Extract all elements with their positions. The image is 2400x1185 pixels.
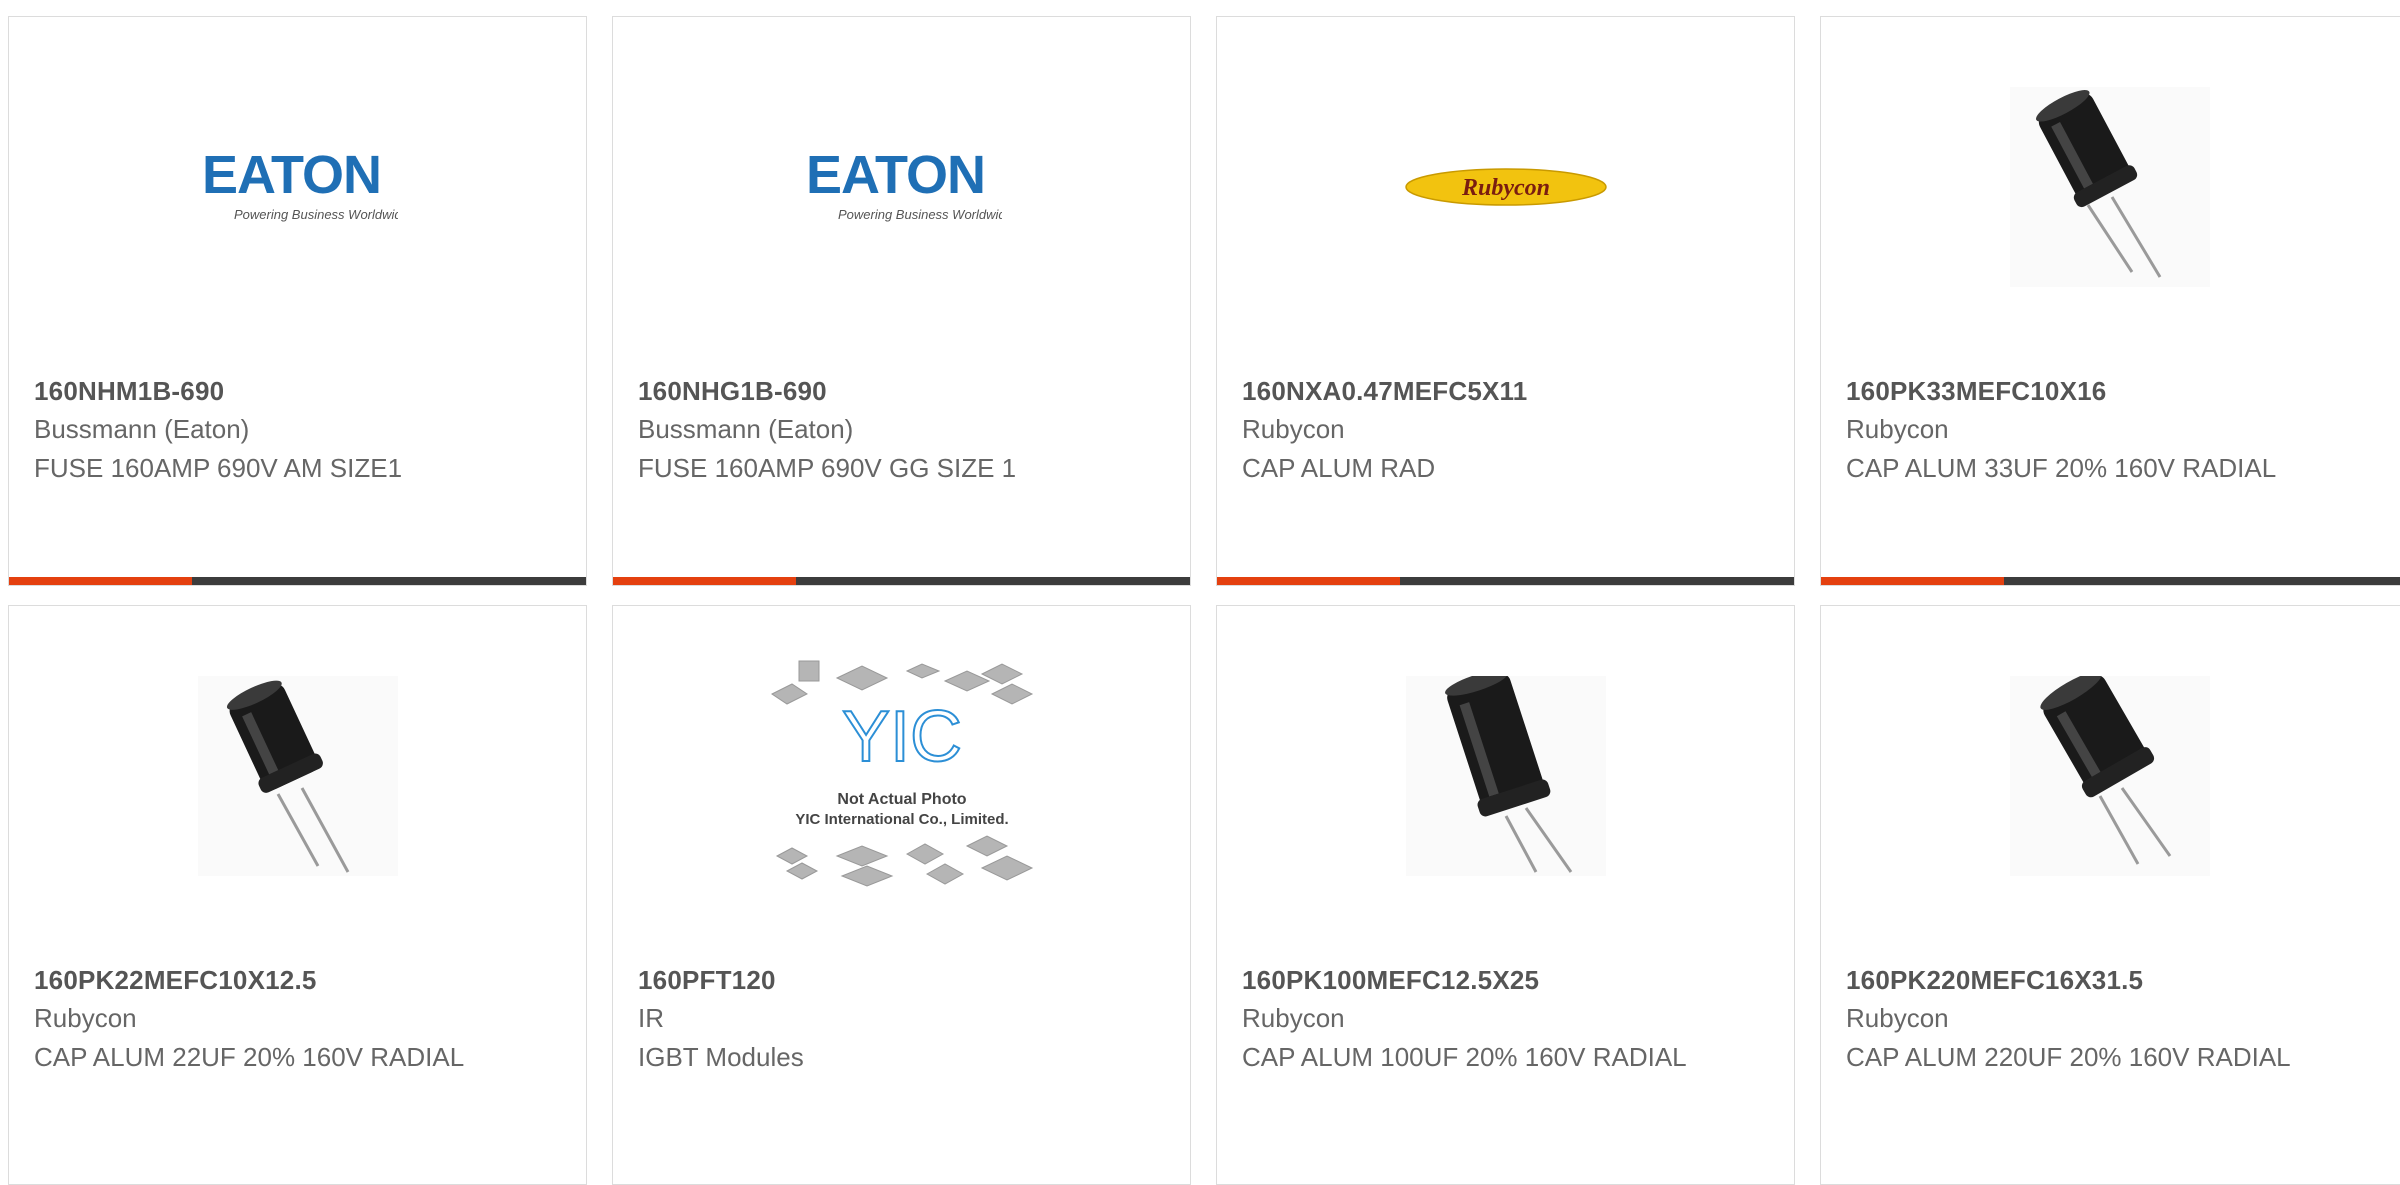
rubycon-logo: Rubycon [1404,168,1607,206]
part-number[interactable]: 160NHM1B-690 [34,376,224,407]
manufacturer: Rubycon [1846,1003,1949,1033]
placeholder-caption-line2: YIC International Co., Limited. [795,811,1008,828]
manufacturer: IR [638,1003,664,1033]
capacitor-photo-icon [2009,676,2210,876]
eaton-logo: EATON Powering Business Worldwide [806,145,1002,222]
card-accent-bar [1217,577,1794,585]
product-card[interactable]: YIC Not Actual Photo YIC International C… [612,605,1191,1185]
part-number[interactable]: 160PK220MEFC16X31.5 [1846,965,2143,996]
product-image-eaton-logo[interactable]: EATON Powering Business Worldwide [9,17,586,357]
description: CAP ALUM 33UF 20% 160V RADIAL [1846,453,2277,483]
part-number[interactable]: 160NXA0.47MEFC5X11 [1242,376,1527,407]
part-number[interactable]: 160PK33MEFC10X16 [1846,376,2106,407]
product-image-capacitor[interactable] [1217,606,1794,946]
placeholder-caption-line1: Not Actual Photo [837,791,966,808]
product-card[interactable]: 160PK220MEFC16X31.5 Rubycon CAP ALUM 220… [1820,605,2400,1185]
description: FUSE 160AMP 690V GG SIZE 1 [638,453,1017,483]
description: CAP ALUM 220UF 20% 160V RADIAL [1846,1042,2291,1072]
manufacturer: Rubycon [1242,414,1345,444]
product-image-capacitor[interactable] [1821,606,2398,946]
part-number[interactable]: 160NHG1B-690 [638,376,827,407]
capacitor-photo-icon [2009,87,2210,287]
card-accent-bar [613,577,1190,585]
product-image-placeholder[interactable]: YIC Not Actual Photo YIC International C… [613,606,1190,946]
logo-tagline: Powering Business Worldwide [838,207,1002,222]
product-image-eaton-logo[interactable]: EATON Powering Business Worldwide [613,17,1190,357]
manufacturer: Bussmann (Eaton) [638,414,854,444]
card-accent-bar [9,577,586,585]
logo-wordmark: Rubycon [1460,175,1549,201]
part-number[interactable]: 160PK100MEFC12.5X25 [1242,965,1539,996]
product-card[interactable]: 160PK33MEFC10X16 Rubycon CAP ALUM 33UF 2… [1820,16,2400,586]
yic-logo: YIC [841,697,961,777]
product-image-capacitor[interactable] [9,606,586,946]
manufacturer: Rubycon [1846,414,1949,444]
not-actual-photo-icon: YIC Not Actual Photo YIC International C… [770,660,1033,887]
description: CAP ALUM 100UF 20% 160V RADIAL [1242,1042,1687,1072]
product-card[interactable]: 160PK22MEFC10X12.5 Rubycon CAP ALUM 22UF… [8,605,587,1185]
product-image-capacitor[interactable] [1821,17,2398,357]
description: CAP ALUM RAD [1242,453,1436,483]
capacitor-photo-icon [1405,676,1606,876]
part-number[interactable]: 160PK22MEFC10X12.5 [34,965,317,996]
product-card[interactable]: EATON Powering Business Worldwide 160NHG… [612,16,1191,586]
part-number[interactable]: 160PFT120 [638,965,776,996]
manufacturer: Rubycon [34,1003,137,1033]
product-card[interactable]: Rubycon 160NXA0.47MEFC5X11 Rubycon CAP A… [1216,16,1795,586]
product-card[interactable]: EATON Powering Business Worldwide 160NHM… [8,16,587,586]
product-image-rubycon-logo[interactable]: Rubycon [1217,17,1794,357]
manufacturer: Bussmann (Eaton) [34,414,250,444]
logo-wordmark: EATON [202,145,381,205]
logo-wordmark: EATON [806,145,985,205]
description: IGBT Modules [638,1042,804,1072]
capacitor-photo-icon [197,676,398,876]
description: FUSE 160AMP 690V AM SIZE1 [34,453,403,483]
product-card[interactable]: 160PK100MEFC12.5X25 Rubycon CAP ALUM 100… [1216,605,1795,1185]
eaton-logo: EATON Powering Business Worldwide [202,145,398,222]
logo-tagline: Powering Business Worldwide [234,207,398,222]
description: CAP ALUM 22UF 20% 160V RADIAL [34,1042,465,1072]
card-accent-bar [1821,577,2400,585]
manufacturer: Rubycon [1242,1003,1345,1033]
